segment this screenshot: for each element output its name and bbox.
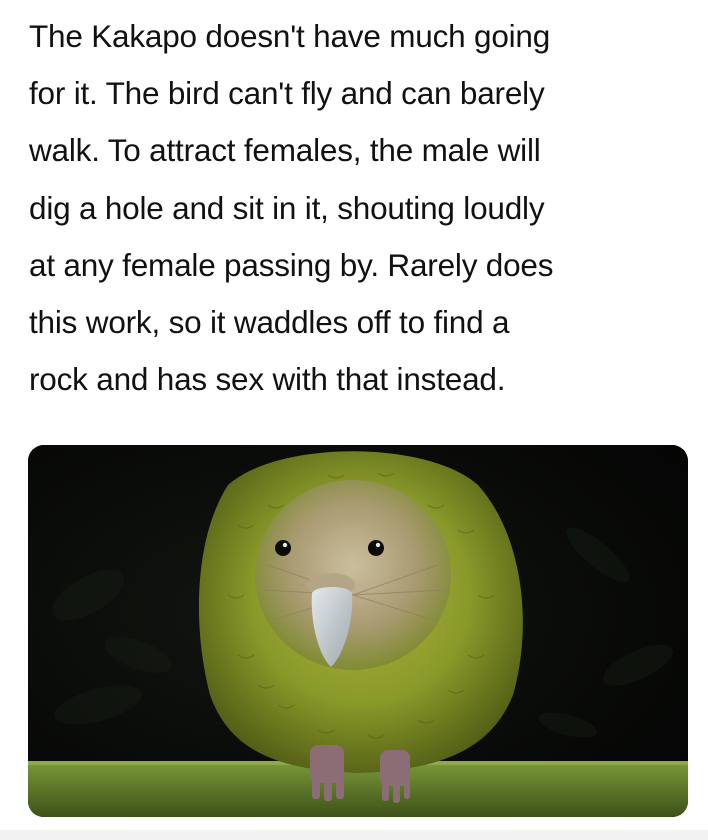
right-eye (368, 540, 384, 556)
post: The Kakapo doesn't have much going for i… (0, 0, 708, 840)
left-eye (275, 540, 291, 556)
kakapo-illustration (28, 445, 688, 817)
post-caption: The Kakapo doesn't have much going for i… (29, 18, 554, 398)
bottom-divider (0, 830, 708, 840)
kakapo-photo[interactable] (28, 445, 688, 817)
